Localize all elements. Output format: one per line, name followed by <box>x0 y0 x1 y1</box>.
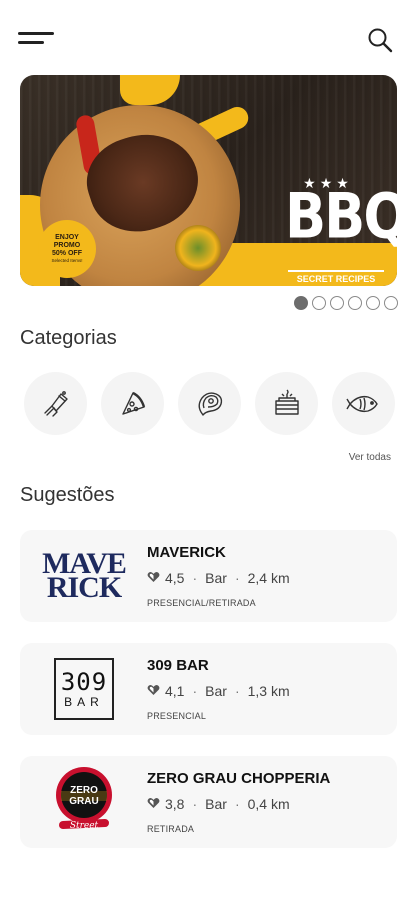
category-desserts[interactable] <box>255 372 318 435</box>
carousel-indicator <box>294 296 398 310</box>
restaurant-meta: 3,8 · Bar · 0,4 km <box>147 796 290 812</box>
restaurant-meta: 4,1 · Bar · 1,3 km <box>147 683 290 699</box>
restaurant-card[interactable]: MAVE RICK MAVERICK 4,5 · Bar · 2,4 km PR… <box>20 530 397 622</box>
carousel-dot[interactable] <box>330 296 344 310</box>
carousel-dot[interactable] <box>384 296 398 310</box>
category-pizza[interactable] <box>101 372 164 435</box>
logo-grau-text: GRAU <box>69 796 98 807</box>
category-meat[interactable] <box>178 372 241 435</box>
service-mode: PRESENCIAL <box>147 711 207 721</box>
restaurant-name: 309 BAR <box>147 657 209 674</box>
heart-rating-icon <box>147 570 160 586</box>
suggestions-title: Sugestões <box>20 484 115 506</box>
restaurant-type: Bar <box>205 570 227 586</box>
carousel-dot[interactable] <box>294 296 308 310</box>
restaurant-name: ZERO GRAU CHOPPERIA <box>147 770 331 787</box>
restaurant-distance: 1,3 km <box>247 683 290 699</box>
restaurant-type: Bar <box>205 796 227 812</box>
banner-title: BBQ <box>285 180 397 253</box>
category-fish[interactable] <box>332 372 395 435</box>
heart-rating-icon <box>147 683 160 699</box>
restaurant-distance: 2,4 km <box>247 570 290 586</box>
restaurant-name: MAVERICK <box>147 544 226 561</box>
restaurant-card[interactable]: 309 BAR 309 BAR 4,1 · Bar · 1,3 km PRESE… <box>20 643 397 735</box>
categories-title: Categorias <box>20 327 117 349</box>
fish-icon <box>345 395 378 412</box>
restaurant-type: Bar <box>205 683 227 699</box>
restaurant-meta: 4,5 · Bar · 2,4 km <box>147 570 290 586</box>
restaurant-card[interactable]: ZERO GRAU Street ZERO GRAU CHOPPERIA 3,8… <box>20 756 397 848</box>
banner-subtitle: SECRET RECIPES <box>288 270 384 286</box>
search-icon[interactable] <box>366 26 394 54</box>
category-drinks[interactable] <box>24 372 87 435</box>
promo-badge: ENJOY PROMO 50% OFF Selected Items! <box>38 220 96 278</box>
service-mode: PRESENCIAL/RETIRADA <box>147 598 256 608</box>
restaurant-logo: ZERO GRAU Street <box>34 767 134 836</box>
cake-icon <box>274 389 299 415</box>
restaurant-rating: 3,8 <box>165 796 185 812</box>
carousel-dot[interactable] <box>348 296 362 310</box>
restaurant-logo: MAVE RICK <box>42 547 127 604</box>
categories-row <box>24 372 395 435</box>
see-all-categories-link[interactable]: Ver todas <box>349 452 391 463</box>
logo-street-text: Street <box>70 821 99 831</box>
restaurant-logo: 309 BAR <box>34 655 134 723</box>
restaurant-rating: 4,5 <box>165 570 185 586</box>
promo-banner[interactable]: ENJOY PROMO 50% OFF Selected Items! ★★★ … <box>20 75 397 286</box>
logo-zero-text: ZERO <box>70 785 98 796</box>
restaurant-rating: 4,1 <box>165 683 185 699</box>
heart-rating-icon <box>147 796 160 812</box>
pizza-icon <box>121 391 145 415</box>
restaurant-distance: 0,4 km <box>247 796 290 812</box>
top-bar <box>0 0 415 76</box>
steak-icon <box>198 391 222 416</box>
drink-icon <box>43 390 68 417</box>
service-mode: RETIRADA <box>147 824 195 834</box>
vegetables-image <box>175 225 221 271</box>
carousel-dot[interactable] <box>366 296 380 310</box>
hamburger-menu-icon[interactable] <box>18 30 56 50</box>
carousel-dot[interactable] <box>312 296 326 310</box>
